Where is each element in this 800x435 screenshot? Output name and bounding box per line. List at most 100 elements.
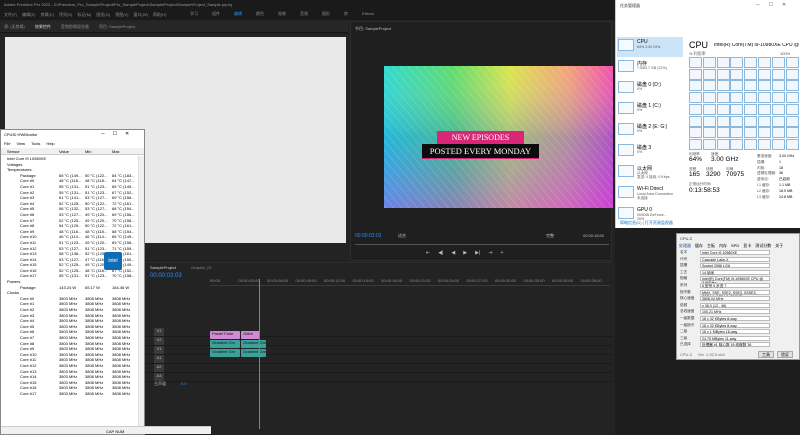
transport-button[interactable]: ◀| — [438, 250, 443, 256]
workspace-tab[interactable]: 库 — [344, 11, 348, 16]
workspace-tab[interactable]: 编辑 — [234, 11, 242, 16]
transport-button[interactable]: ⇤ — [426, 250, 430, 256]
hwmonitor-scrollbar[interactable] — [138, 156, 144, 426]
timeline-tab-graphic[interactable]: Graphic_01 — [191, 265, 212, 270]
task-manager-footer[interactable]: 简略信息(D) | 打开资源监视器 — [620, 220, 673, 225]
menu-item[interactable]: 帮助(H) — [153, 12, 167, 17]
minimize-icon[interactable]: ─ — [101, 131, 105, 137]
logical-cpu-graph — [744, 92, 758, 104]
hwmonitor-menu-item[interactable]: Tools — [31, 141, 40, 146]
menu-item[interactable]: 窗口(W) — [133, 12, 147, 17]
column-header[interactable]: Value — [59, 149, 69, 154]
cpuz-tab[interactable]: 测试分数 — [755, 243, 771, 248]
master-volume[interactable]: 0.0 — [181, 381, 187, 386]
column-header[interactable]: Min — [85, 149, 91, 154]
workspace-tab[interactable]: 组件 — [212, 11, 220, 16]
hwmonitor-menu-item[interactable]: View — [16, 141, 25, 146]
panel-tab[interactable]: 项目: SampleProject — [99, 24, 135, 29]
workspace-tab[interactable]: 图形 — [322, 11, 330, 16]
cpuz-tools-button[interactable]: 工具 — [758, 351, 774, 358]
cpuz-field-value: Intel Core i9 10980XE — [700, 250, 770, 255]
maximize-icon[interactable]: ☐ — [769, 2, 773, 8]
sidebar-item[interactable]: 磁盘 3 0% — [618, 144, 684, 164]
transport-button[interactable]: + — [500, 250, 503, 256]
timeline-clip[interactable]: Pastel Fade — [210, 331, 240, 339]
sensor-value: 3803 MHz — [59, 390, 78, 396]
cpuz-validate-button[interactable]: 验证 — [777, 351, 793, 358]
transport-button[interactable]: ⇥ — [488, 250, 492, 256]
transport-button[interactable]: ▶ — [463, 250, 467, 256]
panel-tab[interactable]: 源: (无剪辑) — [4, 24, 25, 29]
ruler-tick-label: 00:00 — [210, 278, 221, 283]
hwmonitor-sensor-list: Intel Core i9 10980XE Voltages Temperature… — [1, 156, 138, 426]
workspace-tab[interactable]: 学习 — [190, 11, 198, 16]
logical-cpu-graph — [716, 115, 730, 127]
panel-tab[interactable]: 音频剪辑混合器 — [61, 24, 89, 29]
column-header[interactable]: Sensor — [7, 149, 20, 154]
sidebar-item[interactable]: 磁盘 0 (D:) 0% — [618, 81, 684, 101]
cpuz-tab[interactable]: 关于 — [775, 243, 783, 248]
timeline-tab-sequence[interactable]: SampleProject — [150, 265, 176, 270]
logical-cpu-graph — [730, 138, 744, 150]
transport-button[interactable]: ◀ — [451, 250, 455, 256]
cpuz-field-label: 三级 — [680, 335, 688, 340]
cpuz-field-value: 18 x 1 MBytes 16-way — [700, 329, 770, 335]
track-label[interactable]: V2 — [154, 337, 164, 345]
task-manager-sidebar: CPU 64% 3.00 GHz 内存 7.5/63.7 GB (12%) 磁盘 0 (… — [615, 0, 685, 228]
cpuz-tab[interactable]: SPD — [731, 243, 739, 248]
panel-tab[interactable]: 效果控件 — [35, 24, 51, 29]
timeline-clip[interactable]: Gradient Grn — [210, 349, 240, 357]
menu-item[interactable]: 序列(S) — [59, 12, 72, 17]
cpuz-tab[interactable]: 处理器 — [679, 243, 691, 248]
maximize-icon[interactable]: ☐ — [113, 131, 117, 137]
zoom-select[interactable]: 适合 — [398, 233, 406, 238]
menu-item[interactable]: 标记(M) — [77, 12, 91, 17]
workspace-tab[interactable]: 颜色 — [256, 11, 264, 16]
cpuz-tab[interactable]: 主板 — [707, 243, 715, 248]
hwmonitor-menu-item[interactable]: Help — [46, 141, 54, 146]
menu-item[interactable]: 图形(G) — [96, 12, 110, 17]
sidebar-item[interactable]: CPU 64% 3.00 GHz — [618, 39, 684, 59]
column-header[interactable]: Max — [112, 149, 120, 154]
timeline-clip[interactable]: Gradient Grn — [241, 349, 266, 357]
cpuz-tab[interactable]: 内存 — [719, 243, 727, 248]
timeline-timecode[interactable]: 00:00:03:03 — [150, 273, 182, 279]
sidebar-item[interactable]: 磁盘 1 (C:) 0% — [618, 102, 684, 122]
hwmonitor-menu-item[interactable]: File — [4, 141, 10, 146]
sidebar-item[interactable]: 磁盘 2 (E: G:) 0% — [618, 123, 684, 143]
logical-cpu-graph — [689, 68, 702, 80]
timeline-clip[interactable]: Gradient Grn — [210, 340, 240, 348]
workspace-tab[interactable]: 音频 — [300, 11, 308, 16]
program-scrubber[interactable] — [355, 241, 609, 245]
track-label[interactable]: V1 — [154, 346, 164, 354]
timeline-ruler[interactable]: 00:00 00:00:03:00 00:00:06:00 00:00:09:00 00… — [210, 278, 610, 286]
logical-cpu-graph — [771, 103, 785, 115]
menu-item[interactable]: 编辑(E) — [22, 12, 35, 17]
workspace-tab[interactable]: Effects — [362, 11, 374, 16]
cpuz-tab[interactable]: 缓存 — [695, 243, 703, 248]
cpuz-tab[interactable]: 显卡 — [743, 243, 751, 248]
transport-button[interactable]: ▶| — [475, 250, 480, 256]
program-timecode[interactable]: 00:00:03:03 — [355, 233, 381, 239]
resolution-select[interactable]: 完整 — [546, 233, 554, 238]
cpuz-field-value: 18 x 32 KBytes 8-way — [700, 322, 770, 328]
timeline-clip[interactable]: Gradient Grn — [241, 340, 266, 348]
menu-item[interactable]: 视图(V) — [115, 12, 128, 17]
close-icon[interactable]: ✕ — [782, 2, 786, 8]
spec-key: 内核: — [757, 165, 766, 170]
timeline-playhead[interactable] — [259, 279, 260, 429]
logical-cpu-graph — [689, 80, 702, 92]
track-label[interactable]: A3 — [154, 373, 164, 381]
track-label[interactable]: A1 — [154, 355, 164, 363]
track-label[interactable]: V3 — [154, 328, 164, 336]
sidebar-item[interactable]: Wi-Fi Direct Local Area Connection 未连接 — [618, 186, 684, 206]
sidebar-item[interactable]: 以太网 以太网 发送: 0 接收: 0 Kbps — [618, 165, 684, 185]
menu-item[interactable]: 文件(F) — [4, 12, 17, 17]
close-icon[interactable]: ✕ — [125, 131, 129, 137]
sidebar-item[interactable]: 内存 7.5/63.7 GB (12%) — [618, 60, 684, 80]
minimize-icon[interactable]: ─ — [756, 2, 760, 8]
menu-item[interactable]: 剪辑(C) — [40, 12, 54, 17]
workspace-tab[interactable]: 效果 — [278, 11, 286, 16]
track-label[interactable]: A2 — [154, 364, 164, 372]
timeline-clip[interactable]: Glitch — [241, 331, 260, 339]
